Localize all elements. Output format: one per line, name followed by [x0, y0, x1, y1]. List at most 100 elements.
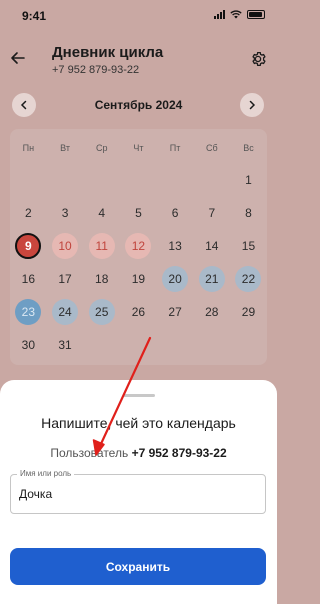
month-navigation: Сентябрь 2024: [0, 92, 277, 120]
day-cell-10[interactable]: 10: [47, 231, 84, 261]
day-number: 11: [88, 233, 115, 259]
weekday-label: Чт: [133, 143, 144, 153]
day-cell-27[interactable]: 27: [157, 297, 194, 327]
user-line: Пользователь +7 952 879-93-22: [0, 446, 277, 460]
days-grid: 1 2 3 4 5 6 7 8 9 10 11 12 13 14 15 16 17 18 19 20 21 22 23 24 2…: [10, 165, 267, 360]
day-number: 1: [245, 173, 252, 187]
status-bar: 9:41: [0, 0, 277, 32]
day-number: 15: [241, 239, 256, 253]
wifi-icon: [230, 10, 242, 19]
day-number: 9: [15, 233, 42, 259]
day-number: 3: [61, 206, 69, 220]
name-role-input[interactable]: [19, 487, 255, 501]
day-number: 4: [98, 206, 106, 220]
day-number: 19: [131, 272, 146, 286]
day-number: 7: [208, 206, 216, 220]
status-time: 9:41: [22, 9, 47, 23]
sheet-grabber[interactable]: [123, 394, 155, 397]
day-cell-9[interactable]: 9: [10, 231, 47, 261]
day-cell-6[interactable]: 6: [157, 198, 194, 228]
day-number: 18: [95, 272, 109, 286]
day-number: 25: [88, 299, 115, 325]
weekday-label: Вс: [243, 143, 254, 153]
day-cell-3[interactable]: 3: [47, 198, 84, 228]
day-cell-25[interactable]: 25: [83, 297, 120, 327]
bottom-sheet: Напишите, чей это календарь Пользователь…: [0, 380, 277, 604]
weekday-label: Пн: [22, 143, 35, 153]
day-cell-16[interactable]: 16: [10, 264, 47, 294]
page-title: Дневник цикла: [52, 44, 164, 61]
header: Дневник цикла +7 952 879-93-22: [0, 32, 277, 82]
day-number: 6: [171, 206, 179, 220]
day-cell-29[interactable]: 29: [230, 297, 267, 327]
user-phone: +7 952 879-93-22: [131, 446, 227, 460]
month-label: Сентябрь 2024: [94, 98, 183, 112]
chevron-right-icon: [249, 100, 256, 110]
day-number: 16: [21, 272, 36, 286]
day-number: 29: [241, 305, 256, 319]
day-number: 28: [205, 305, 219, 319]
day-cell-28[interactable]: 28: [193, 297, 230, 327]
day-number: 10: [52, 233, 79, 259]
day-number: 14: [205, 239, 219, 253]
next-month-button[interactable]: [240, 93, 264, 117]
day-cell-13[interactable]: 13: [157, 231, 194, 261]
day-number: 17: [58, 272, 72, 286]
name-role-field[interactable]: Имя или роль: [10, 469, 266, 514]
signal-icon: [214, 10, 225, 19]
day-cell-8[interactable]: 8: [230, 198, 267, 228]
empty-day-cell: [83, 165, 120, 195]
day-number: 24: [52, 299, 79, 325]
day-cell-5[interactable]: 5: [120, 198, 157, 228]
day-cell-11[interactable]: 11: [83, 231, 120, 261]
weekday-label: Ср: [95, 143, 108, 153]
day-cell-30[interactable]: 30: [10, 330, 47, 360]
weekday-label: Пт: [169, 143, 181, 153]
status-icons: [214, 10, 265, 19]
day-number: 31: [58, 338, 72, 352]
day-cell-24[interactable]: 24: [47, 297, 84, 327]
day-number: 8: [245, 206, 252, 220]
day-number: 20: [162, 266, 189, 292]
day-cell-14[interactable]: 14: [193, 231, 230, 261]
field-label: Имя или роль: [17, 469, 75, 478]
day-cell-18[interactable]: 18: [83, 264, 120, 294]
day-cell-12[interactable]: 12: [120, 231, 157, 261]
day-number: 22: [235, 266, 262, 292]
day-number: 12: [125, 233, 152, 259]
day-cell-23[interactable]: 23: [10, 297, 47, 327]
day-cell-20[interactable]: 20: [157, 264, 194, 294]
day-cell-31[interactable]: 31: [47, 330, 84, 360]
weekday-label: Сб: [205, 143, 218, 153]
day-cell-17[interactable]: 17: [47, 264, 84, 294]
empty-day-cell: [47, 165, 84, 195]
calendar-grid: Пн Вт Ср Чт Пт Сб Вс 1 2 3 4 5 6 7 8 9 10 11 12 13 14 15 16 17…: [10, 129, 267, 365]
day-number: 27: [168, 305, 182, 319]
day-number: 26: [131, 305, 146, 319]
page-subtitle: +7 952 879-93-22: [52, 64, 140, 76]
day-cell-1[interactable]: 1: [230, 165, 267, 195]
empty-day-cell: [10, 165, 47, 195]
gear-icon[interactable]: [249, 50, 267, 68]
day-number: 13: [168, 239, 182, 253]
battery-icon: [247, 10, 265, 19]
sheet-title: Напишите, чей это календарь: [41, 415, 236, 431]
day-cell-15[interactable]: 15: [230, 231, 267, 261]
day-cell-7[interactable]: 7: [193, 198, 230, 228]
day-number: 23: [15, 299, 42, 325]
day-cell-21[interactable]: 21: [193, 264, 230, 294]
day-cell-4[interactable]: 4: [83, 198, 120, 228]
day-cell-2[interactable]: 2: [10, 198, 47, 228]
empty-day-cell: [120, 165, 157, 195]
empty-day-cell: [157, 165, 194, 195]
day-cell-22[interactable]: 22: [230, 264, 267, 294]
weekday-header: Пн Вт Ср Чт Пт Сб Вс: [10, 143, 267, 153]
save-button[interactable]: Сохранить: [10, 548, 266, 585]
day-number: 2: [25, 206, 32, 220]
day-cell-19[interactable]: 19: [120, 264, 157, 294]
weekday-label: Вт: [60, 143, 70, 153]
day-number: 21: [198, 266, 225, 292]
day-cell-26[interactable]: 26: [120, 297, 157, 327]
back-arrow-icon[interactable]: [10, 50, 26, 66]
user-prefix: Пользователь: [50, 446, 129, 460]
